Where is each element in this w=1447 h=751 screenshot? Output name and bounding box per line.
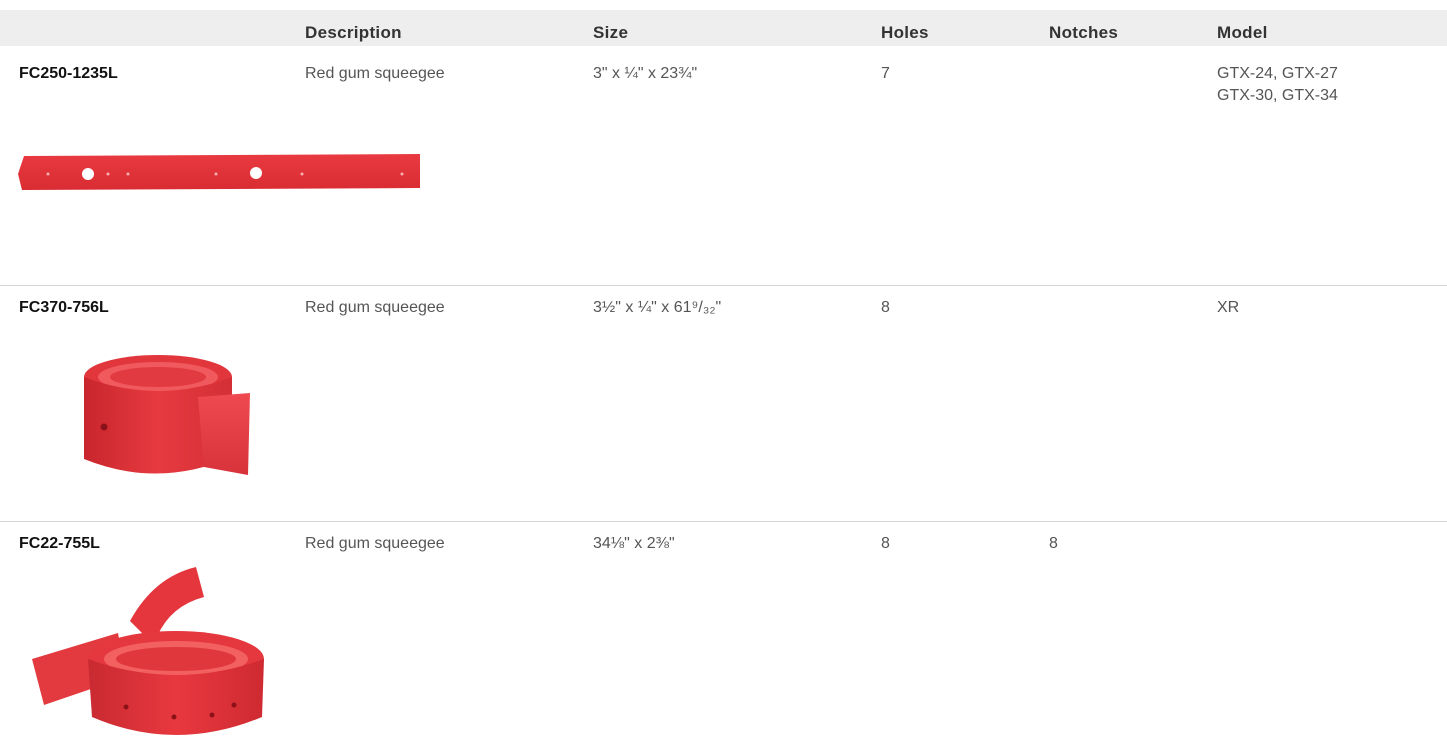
model-cell: XR: [1217, 297, 1239, 319]
description-cell: Red gum squeegee: [305, 535, 445, 552]
column-header-holes: Holes: [881, 23, 929, 42]
description-cell: Red gum squeegee: [305, 299, 445, 316]
red-squeegee-coil-image: [26, 567, 288, 747]
size-cell: 3½" x ¼" x 61⁹/₃₂": [593, 299, 722, 316]
table-row: FC250-1235L Red gum squeegee 3" x ¼" x 2…: [0, 63, 1447, 283]
row-divider: [0, 285, 1447, 286]
holes-cell: 8: [881, 299, 890, 316]
red-squeegee-strip-image: [18, 148, 420, 198]
model-line: GTX-24, GTX-27: [1217, 65, 1338, 82]
table-row: FC370-756L Red gum squeegee 3½" x ¼" x 6…: [0, 297, 1447, 519]
column-header-description: Description: [305, 23, 402, 42]
red-squeegee-roll-image: [78, 349, 258, 489]
holes-cell: 7: [881, 65, 890, 82]
part-number: FC250-1235L: [19, 65, 118, 82]
table-header: Description Size Holes Notches Model: [0, 10, 1447, 46]
part-number: FC22-755L: [19, 535, 100, 552]
description-cell: Red gum squeegee: [305, 65, 445, 82]
row-divider: [0, 521, 1447, 522]
size-cell: 3" x ¼" x 23¾": [593, 65, 698, 82]
model-cell: GTX-24, GTX-27 GTX-30, GTX-34: [1217, 63, 1338, 107]
table-row: FC22-755L Red gum squeegee 34⅛" x 2⅜" 8 …: [0, 533, 1447, 751]
holes-cell: 8: [881, 535, 890, 552]
column-header-notches: Notches: [1049, 23, 1119, 42]
part-number: FC370-756L: [19, 299, 109, 316]
size-cell: 34⅛" x 2⅜": [593, 535, 675, 552]
column-header-model: Model: [1217, 23, 1268, 42]
notches-cell: 8: [1049, 535, 1058, 552]
column-header-size: Size: [593, 23, 629, 42]
model-line: XR: [1217, 299, 1240, 316]
model-line: GTX-30, GTX-34: [1217, 87, 1338, 104]
